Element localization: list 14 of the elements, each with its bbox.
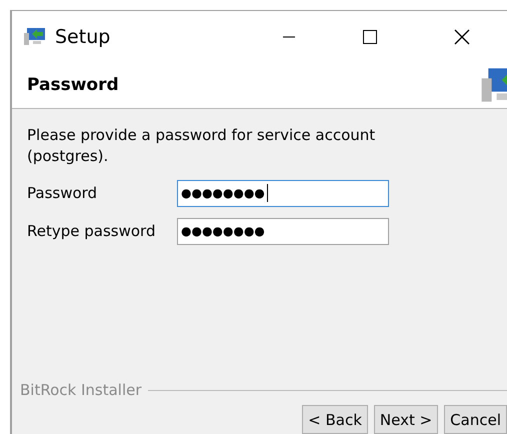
- wizard-button[interactable]: Next >: [374, 405, 438, 434]
- page-title: Password: [27, 75, 119, 95]
- close-icon[interactable]: [454, 28, 470, 44]
- password-field[interactable]: ●●●●●●●●: [177, 180, 389, 206]
- computer-icon: [23, 26, 47, 46]
- installer-brand: BitRock Installer: [20, 381, 142, 399]
- field-label: Password: [27, 184, 98, 202]
- password-field[interactable]: ●●●●●●●●: [177, 218, 389, 244]
- wizard-button[interactable]: Cancel: [444, 405, 507, 434]
- field-label: Retype password: [27, 222, 156, 240]
- window-title: Setup: [55, 26, 110, 48]
- instruction-text: Please provide a password for service account (postgres).: [27, 125, 376, 167]
- wizard-button[interactable]: < Back: [302, 405, 368, 434]
- maximize-icon[interactable]: [362, 28, 378, 44]
